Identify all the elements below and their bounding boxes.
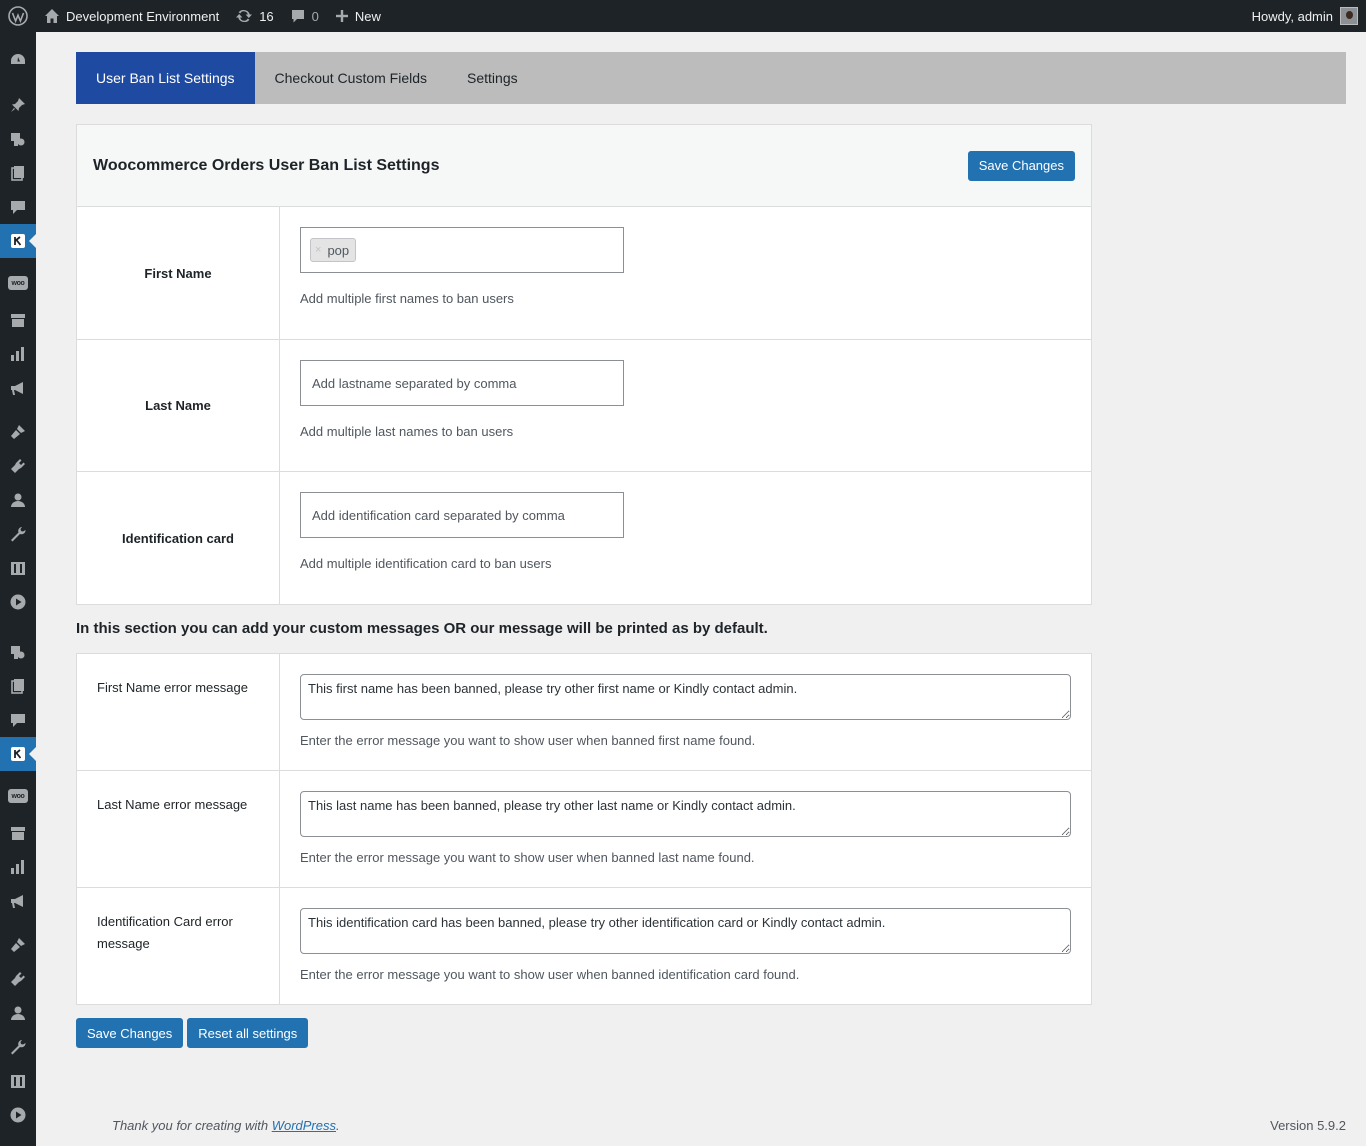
identification-card-input[interactable]	[300, 492, 624, 538]
appearance-icon[interactable]	[0, 415, 36, 449]
marketing-icon[interactable]	[0, 884, 36, 918]
last-name-error-description: Enter the error message you want to show…	[300, 850, 755, 865]
users-icon[interactable]	[0, 996, 36, 1030]
pages-icon[interactable]	[0, 156, 36, 190]
identification-card-error-textarea[interactable]: This identification card has been banned…	[300, 908, 1071, 954]
last-name-description: Add multiple last names to ban users	[300, 424, 514, 439]
comments-icon[interactable]	[0, 190, 36, 224]
dashboard-icon[interactable]	[0, 43, 36, 77]
plugins-icon[interactable]	[0, 449, 36, 483]
bottom-actions: Save Changes Reset all settings	[76, 1018, 309, 1048]
play-icon[interactable]	[0, 585, 36, 619]
site-name-link[interactable]: Development Environment	[36, 0, 227, 32]
settings-icon[interactable]	[0, 1064, 36, 1098]
identification-card-field-cell: Add multiple identification card to ban …	[280, 472, 1091, 604]
first-name-row: First Name × pop Add multiple first name…	[77, 207, 1091, 340]
tab-user-ban-list-settings[interactable]: User Ban List Settings	[76, 52, 255, 104]
admin-bar: Development Environment 16 0 New Howdy, …	[0, 0, 1366, 32]
woo-icon[interactable]: woo	[0, 266, 36, 300]
identification-card-error-description: Enter the error message you want to show…	[300, 967, 800, 982]
last-name-error-textarea[interactable]: This last name has been banned, please t…	[300, 791, 1071, 837]
footer-thanks-suffix: .	[336, 1118, 340, 1133]
error-messages-panel: First Name error message This first name…	[76, 653, 1092, 1005]
updates-count: 16	[259, 8, 274, 24]
new-content-link[interactable]: New	[327, 0, 389, 32]
wordpress-link[interactable]: WordPress	[272, 1118, 336, 1133]
footer-version: Version 5.9.2	[1270, 1118, 1346, 1133]
settings-icon[interactable]	[0, 551, 36, 585]
last-name-error-row: Last Name error message This last name h…	[77, 771, 1091, 888]
plugin-k-icon[interactable]	[0, 224, 36, 258]
footer-thanks-prefix: Thank you for creating with	[112, 1118, 272, 1133]
first-name-description: Add multiple first names to ban users	[300, 291, 514, 306]
wordpress-logo-icon[interactable]	[0, 0, 36, 32]
identification-card-error-row: Identification Card error message This i…	[77, 888, 1091, 1004]
identification-card-row: Identification card Add multiple identif…	[77, 472, 1091, 604]
users-icon[interactable]	[0, 483, 36, 517]
last-name-row: Last Name Add multiple last names to ban…	[77, 340, 1091, 472]
admin-sidebar: woo woo	[0, 32, 36, 1146]
last-name-error-label: Last Name error message	[77, 771, 280, 887]
woo-icon[interactable]: woo	[0, 779, 36, 813]
plus-icon	[335, 9, 349, 23]
play-icon[interactable]	[0, 1098, 36, 1132]
tab-settings[interactable]: Settings	[447, 52, 538, 104]
tag-text: pop	[327, 242, 350, 258]
archive-icon[interactable]	[0, 816, 36, 850]
pages-icon[interactable]	[0, 669, 36, 703]
footer-thanks: Thank you for creating with WordPress.	[112, 1118, 340, 1133]
tag-remove-icon[interactable]: ×	[315, 244, 321, 256]
appearance-icon[interactable]	[0, 928, 36, 962]
panel-title: Woocommerce Orders User Ban List Setting…	[93, 156, 440, 174]
analytics-icon[interactable]	[0, 850, 36, 884]
identification-card-label: Identification card	[77, 472, 280, 604]
last-name-input[interactable]	[300, 360, 624, 406]
save-changes-button[interactable]: Save Changes	[76, 1018, 184, 1048]
pin-icon[interactable]	[0, 88, 36, 122]
first-name-error-label: First Name error message	[77, 654, 280, 770]
comment-icon	[290, 8, 306, 24]
last-name-field-cell: Add multiple last names to ban users	[280, 340, 1091, 471]
analytics-icon[interactable]	[0, 337, 36, 371]
media-icon[interactable]	[0, 635, 36, 669]
panel-header: Woocommerce Orders User Ban List Setting…	[77, 125, 1091, 207]
updates-link[interactable]: 16	[227, 0, 281, 32]
first-name-field-cell: × pop Add multiple first names to ban us…	[280, 207, 1091, 339]
custom-messages-heading: In this section you can add your custom …	[76, 620, 768, 637]
settings-tabs: User Ban List Settings Checkout Custom F…	[76, 52, 1346, 104]
plugin-k-icon[interactable]	[0, 737, 36, 771]
site-name: Development Environment	[66, 8, 220, 24]
home-icon	[44, 8, 60, 24]
media-icon[interactable]	[0, 122, 36, 156]
first-name-tag: × pop	[310, 238, 357, 262]
marketing-icon[interactable]	[0, 371, 36, 405]
tools-icon[interactable]	[0, 517, 36, 551]
howdy-text: Howdy, admin	[1251, 8, 1333, 24]
comments-link[interactable]: 0	[282, 0, 327, 32]
first-name-tags-input[interactable]: × pop	[300, 227, 624, 273]
identification-card-error-field-cell: This identification card has been banned…	[280, 888, 1091, 1004]
first-name-label: First Name	[77, 207, 280, 339]
identification-card-error-label: Identification Card error message	[77, 888, 280, 1004]
comments-icon[interactable]	[0, 703, 36, 737]
tools-icon[interactable]	[0, 1030, 36, 1064]
archive-icon[interactable]	[0, 303, 36, 337]
my-account-link[interactable]: Howdy, admin	[1244, 0, 1366, 32]
reset-all-settings-button[interactable]: Reset all settings	[187, 1018, 309, 1048]
tab-checkout-custom-fields[interactable]: Checkout Custom Fields	[255, 52, 448, 104]
save-changes-button-top[interactable]: Save Changes	[967, 150, 1075, 181]
new-label: New	[354, 8, 381, 24]
identification-card-description: Add multiple identification card to ban …	[300, 556, 552, 571]
first-name-error-field-cell: This first name has been banned, please …	[280, 654, 1091, 770]
last-name-error-field-cell: This last name has been banned, please t…	[280, 771, 1091, 887]
ban-list-settings-panel: Woocommerce Orders User Ban List Setting…	[76, 124, 1092, 605]
comments-count: 0	[311, 8, 319, 24]
last-name-label: Last Name	[77, 340, 280, 471]
updates-icon	[235, 8, 253, 24]
plugins-icon[interactable]	[0, 962, 36, 996]
first-name-error-row: First Name error message This first name…	[77, 654, 1091, 771]
first-name-error-textarea[interactable]: This first name has been banned, please …	[300, 674, 1071, 720]
first-name-error-description: Enter the error message you want to show…	[300, 733, 756, 748]
avatar	[1340, 7, 1358, 25]
